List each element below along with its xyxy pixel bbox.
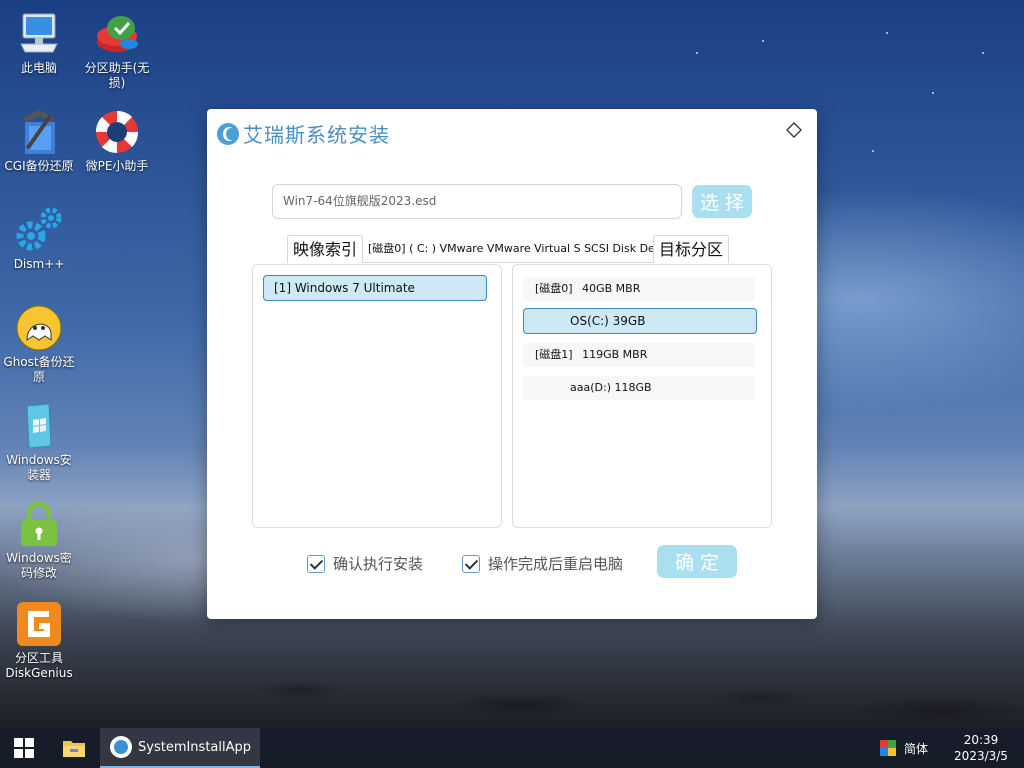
desktop-icon-label: Ghost备份还原	[3, 355, 75, 384]
app-logo-icon	[217, 122, 239, 145]
start-button[interactable]	[0, 728, 48, 768]
desktop-icon-wepe[interactable]: 微PE小助手	[78, 108, 156, 174]
windows-installer-icon	[15, 402, 63, 450]
partition-row[interactable]: aaa(D:) 118GB	[523, 376, 755, 400]
clock-time: 20:39	[963, 733, 999, 747]
lock-icon	[15, 500, 63, 548]
diamond-close-icon[interactable]	[785, 121, 803, 139]
app-logo-icon	[110, 736, 132, 758]
desktop-icon-label: 此电脑	[20, 61, 57, 75]
partition-label: OS(C:) 39GB	[570, 314, 646, 328]
ok-button[interactable]: 确定	[657, 545, 737, 578]
checkbox-checked-icon	[462, 554, 480, 573]
tab-image-index[interactable]: 映像索引	[287, 235, 364, 263]
wallpaper-shore	[0, 610, 1024, 728]
system-install-dialog: 艾瑞斯系统安装 Win7-64位旗舰版2023.esd 选择 映像索引 [磁盘0…	[207, 109, 817, 619]
select-image-button[interactable]: 选择	[692, 185, 752, 218]
desktop-icon-cgi[interactable]: CGI备份还原	[0, 108, 78, 174]
color-display-icon[interactable]	[879, 740, 896, 756]
ghost-icon	[15, 304, 63, 352]
checkbox-checked-icon	[307, 554, 325, 573]
desktop-icon-partition-assistant[interactable]: 分区助手(无损)	[78, 10, 156, 91]
partition-label: aaa(D:) 118GB	[570, 381, 652, 394]
desktop-icon-this-pc[interactable]: 此电脑	[0, 10, 78, 76]
disk-info: 119GB MBR	[582, 348, 648, 361]
partition-assistant-icon	[93, 10, 141, 58]
target-partition-panel: [磁盘0] 40GB MBR OS(C:) 39GB [磁盘1] 119GB M…	[512, 264, 772, 528]
image-path-input[interactable]: Win7-64位旗舰版2023.esd	[272, 184, 682, 219]
disk-name: [磁盘1]	[535, 348, 573, 361]
desktop-icon-label: Windows安装器	[6, 453, 72, 482]
reboot-label: 操作完成后重启电脑	[488, 555, 624, 573]
partition-row[interactable]: OS(C:) 39GB	[523, 308, 757, 334]
desktop-icon-password[interactable]: Windows密码修改	[0, 500, 78, 581]
disk-name: [磁盘0]	[535, 282, 573, 295]
desktop-icon-diskgenius[interactable]: 分区工具DiskGenius	[0, 600, 78, 681]
desktop-icon-windows-installer[interactable]: Windows安装器	[0, 402, 78, 483]
desktop-icon-ghost[interactable]: Ghost备份还原	[0, 304, 78, 385]
desktop-icon-label: Windows密码修改	[6, 551, 72, 580]
reboot-checkbox[interactable]: 操作完成后重启电脑	[462, 553, 623, 574]
desktop-icon-label: 分区助手(无损)	[84, 61, 150, 90]
disk-info: 40GB MBR	[582, 282, 641, 295]
desktop-icon-label: CGI备份还原	[4, 159, 74, 173]
taskbar-app-label: SystemInstallApp	[138, 739, 252, 755]
ime-indicator[interactable]: 简体	[904, 740, 928, 757]
diskgenius-icon	[15, 600, 63, 648]
taskbar-app-systeminstall[interactable]: SystemInstallApp	[100, 728, 260, 768]
clock[interactable]: 20:39 2023/3/5	[946, 732, 1016, 764]
image-list-item[interactable]: [1] Windows 7 Ultimate	[263, 275, 487, 301]
disk-info-text: [磁盘0] ( C: ) VMware VMware Virtual S SCS…	[363, 235, 654, 263]
tab-target-partition[interactable]: 目标分区	[653, 235, 730, 263]
computer-icon	[15, 10, 63, 58]
taskbar: SystemInstallApp 简体 20:39 2023/3/5	[0, 728, 1024, 768]
clock-date: 2023/3/5	[954, 749, 1008, 763]
folder-icon	[63, 741, 85, 757]
cgi-backup-icon	[15, 108, 63, 156]
tab-row: 映像索引 [磁盘0] ( C: ) VMware VMware Virtual …	[287, 235, 730, 263]
confirm-install-checkbox[interactable]: 确认执行安装	[307, 553, 423, 574]
lifebuoy-icon	[93, 108, 141, 156]
desktop-icon-label: 微PE小助手	[85, 159, 149, 173]
gears-icon	[15, 206, 63, 254]
windows-logo-icon	[14, 738, 34, 758]
desktop-icon-dism[interactable]: Dism++	[0, 206, 78, 272]
dialog-title-bar: 艾瑞斯系统安装	[217, 119, 390, 148]
disk-row: [磁盘0] 40GB MBR	[523, 277, 755, 301]
desktop-icon-label: 分区工具DiskGenius	[5, 651, 73, 680]
image-item-label: [1] Windows 7 Ultimate	[274, 281, 415, 295]
image-index-panel: [1] Windows 7 Ultimate	[252, 264, 502, 528]
confirm-install-label: 确认执行安装	[333, 555, 424, 573]
disk-row: [磁盘1] 119GB MBR	[523, 343, 755, 367]
desktop-icon-label: Dism++	[13, 257, 65, 271]
file-explorer-button[interactable]	[48, 728, 100, 768]
dialog-title: 艾瑞斯系统安装	[243, 123, 390, 147]
system-tray: 简体 20:39 2023/3/5	[879, 728, 1024, 768]
